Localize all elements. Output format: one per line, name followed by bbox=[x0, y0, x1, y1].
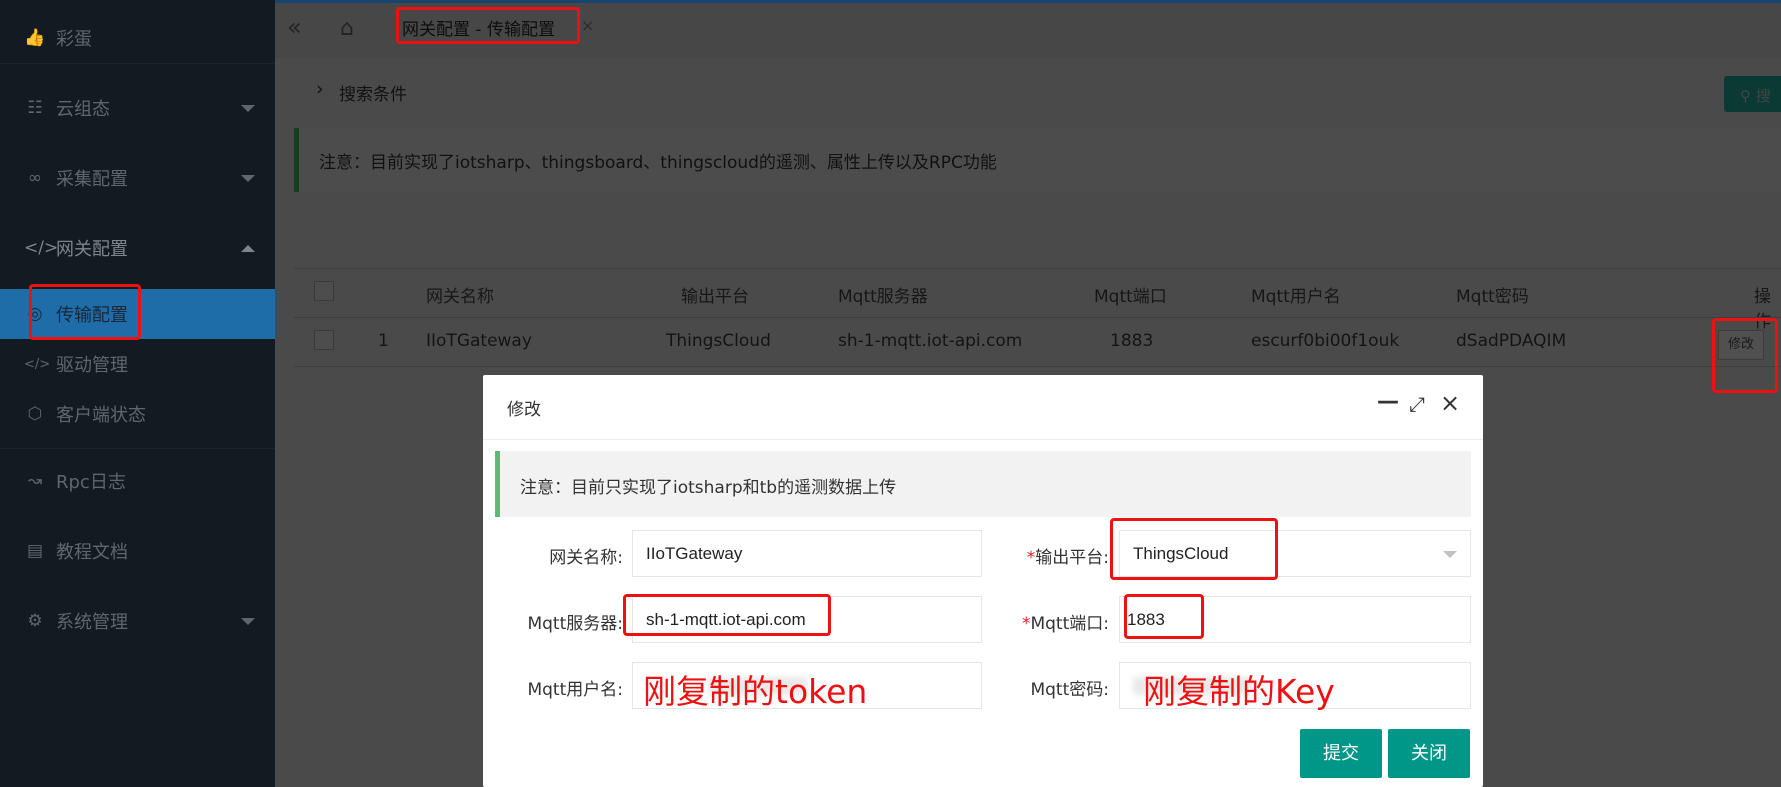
dialog-notice: 注意：目前只实现了iotsharp和tb的遥测数据上传 bbox=[495, 451, 1471, 517]
annotation-box-server bbox=[623, 594, 831, 636]
cell-gateway-name: IIoTGateway bbox=[426, 331, 532, 351]
select-all-checkbox[interactable] bbox=[314, 281, 334, 301]
search-icon: ⚲ bbox=[1740, 87, 1751, 105]
sidebar-item-label: 教程文档 bbox=[56, 542, 128, 563]
annotation-key-note: 刚复制的Key bbox=[1143, 672, 1335, 711]
document-icon: ▤ bbox=[26, 541, 44, 561]
dialog-header: 修改 — ⤢ × bbox=[483, 375, 1483, 440]
table-row-divider bbox=[294, 366, 1781, 367]
sidebar-item-label: 彩蛋 bbox=[56, 29, 92, 50]
annotation-token-note: 刚复制的token bbox=[643, 672, 868, 711]
gateway-table: 网关名称 输出平台 Mqtt服务器 Mqtt端口 Mqtt用户名 Mqtt密码 … bbox=[294, 268, 1781, 370]
search-conditions-toggle[interactable]: 搜索条件 bbox=[339, 80, 407, 105]
cell-port: 1883 bbox=[1110, 331, 1154, 351]
maximize-icon[interactable]: ⤢ bbox=[1409, 392, 1425, 416]
sidebar: 👍 彩蛋 ☷ 云组态 ∞ 采集配置 </> 网关配置 ◎ 传输配置 </> 驱动… bbox=[0, 0, 275, 787]
cube-icon: ⬡ bbox=[27, 404, 43, 424]
close-button[interactable]: 关闭 bbox=[1388, 729, 1470, 778]
sidebar-item-system-management[interactable]: ⚙ 系统管理 bbox=[0, 596, 275, 646]
minimize-icon[interactable]: — bbox=[1377, 389, 1399, 414]
column-header-server: Mqtt服务器 bbox=[838, 287, 928, 307]
chevron-down-icon bbox=[1443, 551, 1457, 558]
cell-server: sh-1-mqtt.iot-api.com bbox=[838, 331, 1023, 351]
password-label: Mqtt密码: bbox=[1030, 680, 1109, 700]
chevron-down-icon bbox=[241, 617, 255, 625]
code-icon: </> bbox=[24, 356, 51, 372]
annotation-box-edit bbox=[1712, 318, 1778, 393]
network-icon: ☷ bbox=[27, 98, 43, 118]
gateway-name-label: 网关名称: bbox=[549, 548, 623, 568]
row-checkbox[interactable] bbox=[314, 330, 334, 350]
required-mark: * bbox=[1026, 548, 1036, 568]
dialog-notice-text: 注意：目前只实现了iotsharp和tb的遥测数据上传 bbox=[520, 478, 897, 498]
close-tab-icon[interactable]: × bbox=[581, 16, 594, 35]
table-border bbox=[294, 268, 1781, 269]
sidebar-item-client-status[interactable]: ⬡ 客户端状态 bbox=[0, 389, 275, 439]
cell-platform: ThingsCloud bbox=[666, 331, 771, 351]
search-button-label: 搜 bbox=[1755, 87, 1771, 105]
table-header-divider bbox=[294, 317, 1781, 318]
close-icon[interactable]: × bbox=[1440, 389, 1460, 417]
cell-password: dSadPDAQIM bbox=[1456, 331, 1567, 351]
sidebar-item-gateway-config[interactable]: </> 网关配置 bbox=[0, 223, 275, 273]
sidebar-divider bbox=[0, 63, 275, 64]
username-label: Mqtt用户名: bbox=[527, 680, 623, 700]
column-header-port: Mqtt端口 bbox=[1094, 287, 1167, 307]
thumbs-up-icon: 👍 bbox=[24, 28, 46, 48]
column-header-platform: 输出平台 bbox=[681, 287, 749, 307]
search-button[interactable]: ⚲ 搜 bbox=[1724, 76, 1781, 112]
cell-username: escurf0bi00f1ouk bbox=[1251, 331, 1400, 351]
column-header-password: Mqtt密码 bbox=[1456, 287, 1529, 307]
edit-dialog: 修改 — ⤢ × 注意：目前只实现了iotsharp和tb的遥测数据上传 网关名… bbox=[483, 375, 1483, 787]
port-label-text: Mqtt端口: bbox=[1030, 614, 1109, 634]
server-label: Mqtt服务器: bbox=[527, 614, 623, 634]
chevron-up-icon bbox=[241, 244, 255, 252]
platform-label-text: 输出平台: bbox=[1035, 548, 1109, 568]
sidebar-item-label: 系统管理 bbox=[56, 612, 128, 633]
sidebar-item-tutorial-docs[interactable]: ▤ 教程文档 bbox=[0, 526, 275, 576]
annotation-box-port bbox=[1124, 594, 1204, 639]
sidebar-item-collection-config[interactable]: ∞ 采集配置 bbox=[0, 153, 275, 203]
sidebar-item-label: Rpc日志 bbox=[56, 472, 126, 493]
code-icon: </> bbox=[24, 238, 59, 258]
column-header-username: Mqtt用户名 bbox=[1251, 287, 1341, 307]
chevron-down-icon bbox=[241, 104, 255, 112]
gear-icon: ⚙ bbox=[27, 611, 43, 631]
sidebar-item-driver-management[interactable]: </> 驱动管理 bbox=[0, 339, 275, 389]
trend-icon: ↝ bbox=[27, 471, 43, 491]
chevron-down-icon bbox=[241, 174, 255, 182]
column-header-gateway-name: 网关名称 bbox=[426, 287, 494, 307]
home-icon[interactable]: ⌂ bbox=[340, 16, 354, 41]
sidebar-item-easter-egg[interactable]: 👍 彩蛋 bbox=[0, 13, 275, 63]
sidebar-item-label: 云组态 bbox=[56, 99, 110, 120]
row-index: 1 bbox=[378, 331, 389, 351]
dialog-title: 修改 bbox=[507, 400, 541, 420]
sidebar-item-cloud-scada[interactable]: ☷ 云组态 bbox=[0, 83, 275, 133]
annotation-box-tab bbox=[396, 7, 580, 44]
annotation-box-sidebar-transport bbox=[29, 284, 141, 340]
sidebar-item-rpc-log[interactable]: ↝ Rpc日志 bbox=[0, 456, 275, 506]
sidebar-item-label: 采集配置 bbox=[56, 169, 128, 190]
sidebar-item-label: 驱动管理 bbox=[56, 355, 128, 376]
double-chevron-left-icon[interactable]: « bbox=[287, 13, 302, 41]
chevron-right-icon[interactable]: › bbox=[316, 78, 324, 100]
platform-label: *输出平台: bbox=[909, 543, 1109, 568]
submit-button[interactable]: 提交 bbox=[1300, 729, 1382, 778]
notice-text: 注意：目前实现了iotsharp、thingsboard、thingscloud… bbox=[319, 153, 997, 173]
annotation-box-platform bbox=[1110, 518, 1278, 580]
port-label: *Mqtt端口: bbox=[909, 609, 1109, 634]
notice-banner: 注意：目前实现了iotsharp、thingsboard、thingscloud… bbox=[294, 128, 1781, 192]
sidebar-item-label: 客户端状态 bbox=[56, 405, 146, 426]
sidebar-item-label: 网关配置 bbox=[56, 239, 128, 260]
sidebar-divider bbox=[0, 448, 275, 449]
link-icon: ∞ bbox=[27, 168, 43, 188]
